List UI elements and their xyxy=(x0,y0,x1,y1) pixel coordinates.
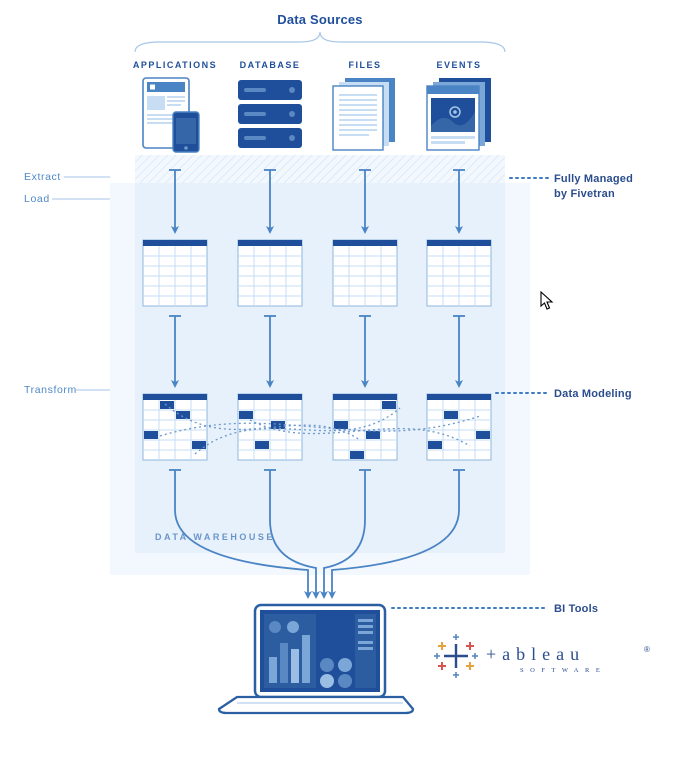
label-managed-1: Fully Managed xyxy=(554,173,633,185)
brace-top xyxy=(135,32,505,52)
svg-text:SOFTWARE: SOFTWARE xyxy=(520,667,606,674)
title-data-sources: Data Sources xyxy=(277,12,363,27)
svg-text:+ableau: +ableau xyxy=(486,644,585,664)
source-events-icon xyxy=(427,78,491,150)
source-applications-icon xyxy=(143,78,199,152)
label-modeling: Data Modeling xyxy=(554,388,632,400)
label-managed-2: by Fivetran xyxy=(554,188,615,200)
source-database-icon xyxy=(238,80,302,148)
label-extract: Extract xyxy=(24,171,61,183)
src-label-applications: APPLICATIONS xyxy=(133,60,217,70)
label-bi: BI Tools xyxy=(554,603,598,615)
tableau-logo: +ableau SOFTWARE ® xyxy=(434,634,650,678)
src-label-files: FILES xyxy=(348,60,381,70)
label-load: Load xyxy=(24,193,50,205)
warehouse-label: DATA WAREHOUSE xyxy=(155,532,275,542)
src-label-events: EVENTS xyxy=(436,60,481,70)
warehouse-inner-bg xyxy=(135,183,505,553)
svg-text:®: ® xyxy=(644,645,650,654)
src-label-database: DATABASE xyxy=(240,60,301,70)
source-files-icon xyxy=(333,78,395,150)
laptop-icon xyxy=(219,605,413,713)
label-transform: Transform xyxy=(24,384,77,396)
